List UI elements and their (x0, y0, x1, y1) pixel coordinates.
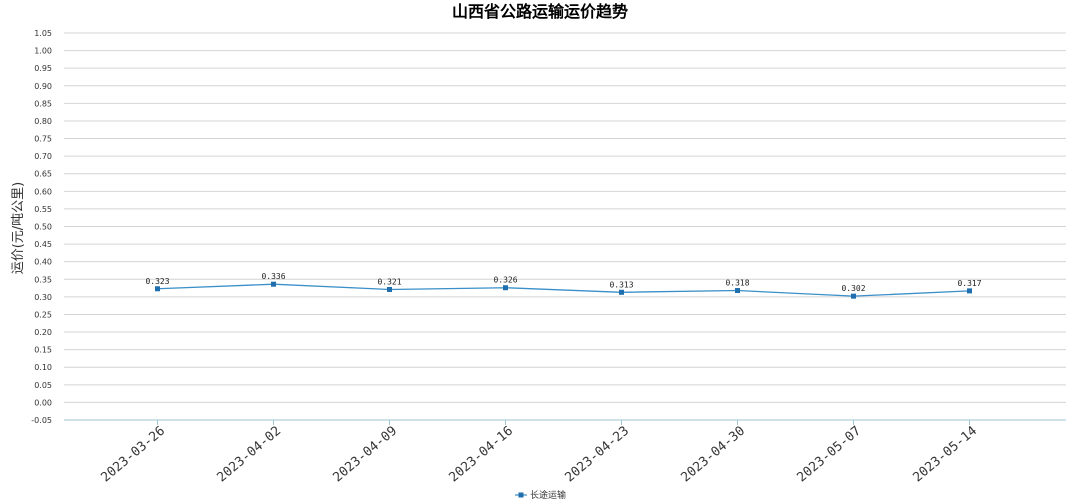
x-tick-label: 2023-05-07 (794, 424, 864, 486)
gridlines (64, 32, 1066, 421)
y-axis-ticks: 1.05 1.00 0.95 0.90 0.85 0.80 0.75 0.70 0.65 0.60… (31, 29, 52, 425)
data-label: 0.302 (841, 284, 865, 293)
x-tick-label: 2023-04-30 (678, 424, 748, 486)
chart-title: 山西省公路运输运价趋势 (452, 2, 628, 21)
x-tick-label: 2023-04-02 (214, 424, 284, 486)
y-tick-label: 0.05 (34, 381, 52, 390)
y-tick-label: 0.40 (34, 258, 52, 267)
data-point (967, 288, 972, 294)
y-tick-label: 0.65 (34, 170, 52, 179)
y-tick-label: 0.50 (34, 223, 52, 232)
legend-swatch-marker (518, 492, 524, 498)
y-tick-label: 0.45 (34, 240, 52, 249)
data-point (155, 286, 160, 292)
data-label: 0.317 (957, 279, 981, 288)
data-label: 0.336 (261, 272, 285, 281)
y-tick-label: 0.80 (34, 117, 52, 126)
data-point (271, 281, 276, 287)
y-axis-label: 运价(元/吨公里) (11, 182, 26, 275)
y-tick-label: 0.25 (34, 310, 52, 319)
x-tick-label: 2023-04-23 (562, 424, 632, 486)
series-line: 0.323 0.336 0.321 0.326 0.313 0.318 0.302 0.317 (145, 272, 982, 299)
x-tick-label: 2023-03-26 (98, 424, 168, 486)
data-label: 0.318 (725, 279, 749, 288)
y-tick-label: 0.95 (34, 64, 52, 73)
y-tick-label: 0.70 (34, 152, 52, 161)
y-tick-label: 1.05 (34, 29, 52, 38)
x-tick-label: 2023-04-09 (330, 424, 400, 486)
chart-canvas: 山西省公路运输运价趋势 1.05 1.00 0.95 0.90 0.85 0.80 0.75… (11, 2, 1066, 501)
y-tick-label: -0.05 (31, 416, 52, 425)
y-tick-label: 0.75 (34, 135, 52, 144)
y-tick-label: 0.60 (34, 187, 52, 196)
legend: 长途运输 (515, 489, 566, 501)
data-label: 0.313 (609, 280, 633, 289)
data-point (619, 289, 624, 295)
y-tick-label: 0.20 (34, 328, 52, 337)
data-point (851, 293, 856, 299)
y-tick-label: 0.55 (34, 205, 52, 214)
data-point (735, 288, 740, 294)
y-tick-label: 0.30 (34, 293, 52, 302)
y-tick-label: 0.90 (34, 82, 52, 91)
data-label: 0.326 (493, 276, 517, 285)
data-label: 0.323 (145, 277, 169, 286)
x-tick-label: 2023-05-14 (910, 423, 980, 485)
y-tick-label: 0.00 (34, 398, 52, 407)
y-tick-label: 0.85 (34, 99, 52, 108)
y-tick-label: 0.15 (34, 346, 52, 355)
x-axis: 2023-03-26 2023-04-02 2023-04-09 2023-04-16… (64, 419, 1066, 486)
legend-item-label: 长途运输 (530, 489, 566, 501)
y-tick-label: 1.00 (34, 47, 52, 56)
data-point (387, 286, 392, 292)
x-tick-label: 2023-04-16 (446, 424, 516, 486)
data-label: 0.321 (377, 277, 401, 286)
y-tick-label: 0.10 (34, 363, 52, 372)
data-point (503, 285, 508, 291)
y-tick-label: 0.35 (34, 275, 52, 284)
